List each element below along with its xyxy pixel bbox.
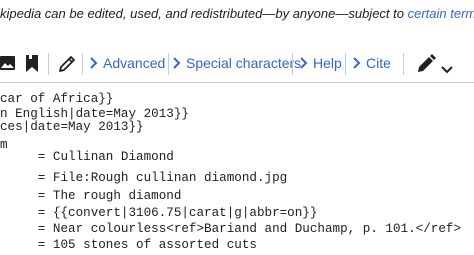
toolbar-separator — [403, 53, 404, 75]
menu-advanced-label: Advanced — [103, 55, 166, 71]
wikitext-editor[interactable]: car of Africa}} n English|date=May 2013}… — [0, 89, 461, 252]
toolbar-separator — [345, 53, 346, 75]
bookmark-icon[interactable] — [25, 55, 39, 77]
toolbar-separator — [292, 53, 293, 75]
toolbar-separator — [82, 53, 83, 75]
editor-line: ces|date=May 2013}} — [0, 120, 144, 134]
menu-special-characters[interactable]: Special characters — [172, 45, 301, 82]
chevron-right-icon — [300, 57, 308, 69]
menu-cite-label: Cite — [366, 55, 391, 71]
menu-help[interactable]: Help — [299, 45, 342, 82]
menu-cite[interactable]: Cite — [352, 45, 391, 82]
chevron-down-icon[interactable] — [441, 61, 453, 79]
menu-help-label: Help — [313, 55, 342, 71]
toolbar-separator — [168, 53, 169, 75]
pen-icon[interactable] — [416, 54, 436, 79]
chevron-right-icon — [353, 57, 361, 69]
license-notice: kipedia can be edited, used, and redistr… — [0, 6, 474, 21]
chevron-right-icon — [173, 57, 181, 69]
image-icon[interactable] — [0, 55, 16, 76]
editor-line: = File:Rough cullinan diamond.jpg — [0, 171, 288, 185]
menu-special-characters-label: Special characters — [186, 55, 302, 71]
menu-advanced[interactable]: Advanced — [89, 45, 165, 82]
certain-terms-link[interactable]: certain terms — [408, 6, 474, 21]
editor-line: = Cullinan Diamond — [0, 150, 174, 164]
pencil-icon[interactable] — [58, 55, 76, 78]
editor-line: = 105 stones of assorted cuts — [0, 238, 257, 252]
license-notice-text: kipedia can be edited, used, and redistr… — [0, 6, 408, 21]
chevron-right-icon — [90, 57, 98, 69]
editor-toolbar: Advanced Special characters Help Cite — [0, 45, 474, 83]
toolbar-separator — [48, 53, 49, 75]
